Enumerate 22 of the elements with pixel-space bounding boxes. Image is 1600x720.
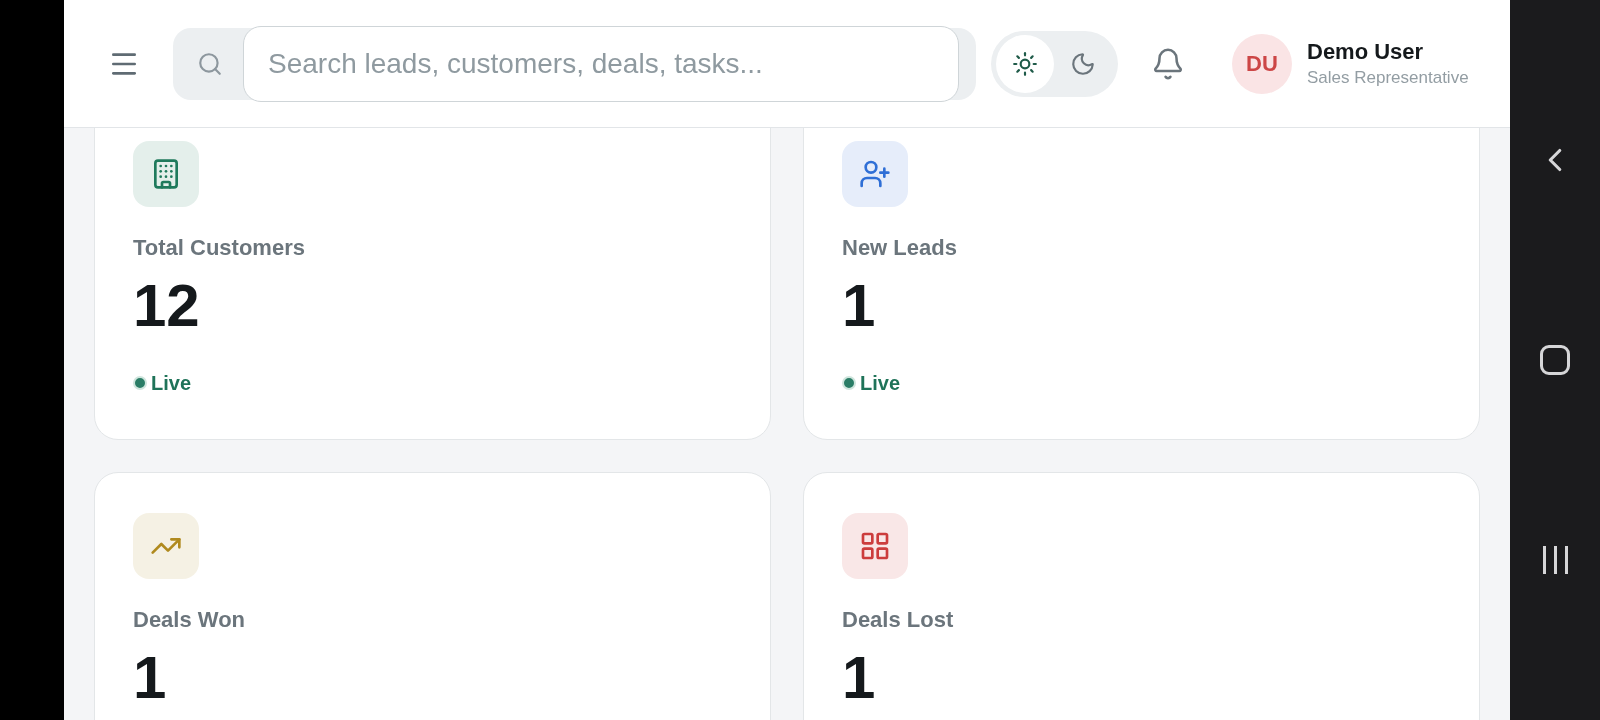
search-icon	[197, 50, 223, 77]
live-status: Live	[151, 371, 192, 396]
card-title: Total Customers	[133, 234, 306, 262]
user-name: Demo User	[1307, 37, 1425, 66]
user-plus-icon	[859, 158, 891, 190]
user-role: Sales Representative	[1307, 66, 1469, 89]
bell-icon	[1151, 46, 1185, 81]
live-status: Live	[860, 371, 901, 396]
avatar[interactable]: DU	[1232, 33, 1292, 94]
card-value: 12	[133, 271, 201, 341]
card-value: 1	[842, 271, 877, 341]
card-value: 1	[133, 643, 168, 713]
card-title: New Leads	[842, 234, 958, 262]
moon-icon	[1070, 50, 1096, 77]
card-title: Deals Lost	[842, 606, 955, 634]
grid-icon	[859, 530, 891, 562]
home-icon	[1540, 345, 1570, 375]
card-title: Deals Won	[133, 606, 247, 634]
card-value: 1	[842, 643, 877, 713]
search-field[interactable]: Search leads, customers, deals, tasks...	[243, 25, 959, 102]
light-mode-button[interactable]	[996, 34, 1054, 93]
sun-icon	[1012, 50, 1038, 77]
